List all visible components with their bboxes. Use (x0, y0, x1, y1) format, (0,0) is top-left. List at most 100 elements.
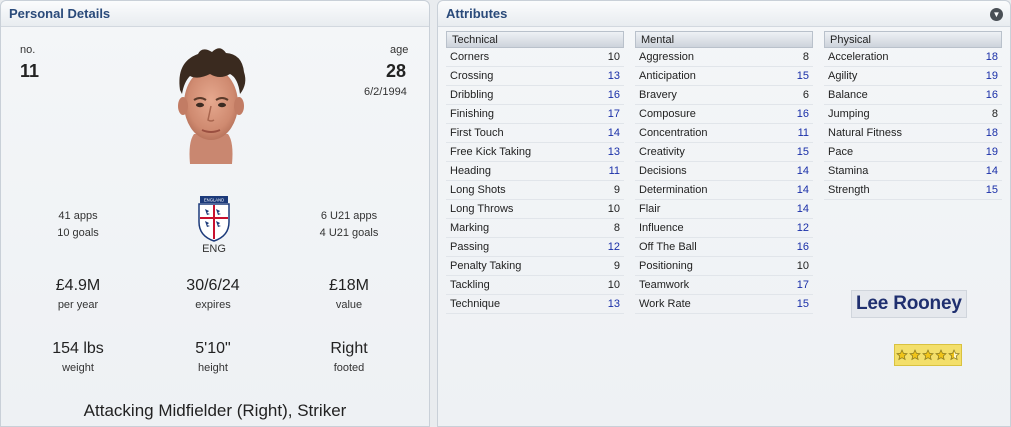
mental-column: Mental Aggression 8 Anticipation 15 Bravery 6… (635, 31, 813, 314)
attribute-value: 10 (796, 260, 809, 272)
attribute-name: Strength (828, 184, 870, 196)
attribute-row: Stamina 14 (824, 162, 1002, 181)
attribute-name: Aggression (639, 51, 695, 63)
weight-value: 154 lbs (52, 340, 104, 357)
attributes-title: Attributes (438, 1, 1010, 27)
attribute-row: Heading 11 (446, 162, 624, 181)
age-value: 28 (386, 61, 407, 81)
attribute-name: Agility (828, 70, 858, 82)
attribute-value: 16 (796, 108, 809, 120)
attribute-row: Passing 12 (446, 238, 624, 257)
attribute-value: 9 (613, 260, 620, 272)
attribute-name: Crossing (450, 70, 494, 82)
date-of-birth: 6/2/1994 (364, 86, 407, 98)
attribute-name: Stamina (828, 165, 869, 177)
attribute-value: 14 (607, 127, 620, 139)
attribute-value: 16 (985, 89, 998, 101)
height-value: 5'10" (195, 340, 231, 357)
shirt-number: 11 (20, 61, 40, 81)
attribute-value: 12 (607, 241, 620, 253)
weight-label: weight (62, 362, 94, 374)
attribute-row: Determination 14 (635, 181, 813, 200)
attribute-value: 8 (613, 222, 620, 234)
attribute-value: 10 (607, 203, 620, 215)
star-rating (894, 344, 962, 366)
attribute-name: Composure (639, 108, 696, 120)
physical-column: Physical Acceleration 18 Agility 19 Balance 1… (824, 31, 1002, 200)
age-label: age (390, 44, 409, 56)
attribute-row: Pace 19 (824, 143, 1002, 162)
attribute-value: 16 (607, 89, 620, 101)
attribute-value: 14 (796, 203, 809, 215)
attribute-value: 15 (796, 70, 809, 82)
attribute-value: 12 (796, 222, 809, 234)
attribute-value: 11 (797, 127, 809, 139)
attribute-name: Creativity (639, 146, 685, 158)
attribute-value: 19 (985, 70, 998, 82)
attribute-name: Teamwork (639, 279, 690, 291)
attribute-value: 17 (796, 279, 809, 291)
attribute-row: Jumping 8 (824, 105, 1002, 124)
attribute-row: Free Kick Taking 13 (446, 143, 624, 162)
attribute-name: Heading (450, 165, 491, 177)
attribute-value: 16 (796, 241, 809, 253)
attribute-row: Strength 15 (824, 181, 1002, 200)
attribute-row: Long Shots 9 (446, 181, 624, 200)
attribute-row: Crossing 13 (446, 67, 624, 86)
attribute-row: Marking 8 (446, 219, 624, 238)
attribute-name: Penalty Taking (450, 260, 522, 272)
attribute-name: Natural Fitness (828, 127, 902, 139)
u21-goals: 4 U21 goals (319, 227, 379, 239)
attribute-row: Teamwork 17 (635, 276, 813, 295)
attribute-row: Natural Fitness 18 (824, 124, 1002, 143)
star-icon (896, 349, 908, 361)
physical-header: Physical (824, 31, 1002, 48)
attribute-value: 15 (796, 298, 809, 310)
attribute-row: Positioning 10 (635, 257, 813, 276)
attribute-name: Decisions (639, 165, 687, 177)
attribute-value: 17 (607, 108, 620, 120)
attribute-row: Dribbling 16 (446, 86, 624, 105)
attribute-row: Off The Ball 16 (635, 238, 813, 257)
attribute-name: Long Throws (450, 203, 514, 215)
star-icon (948, 349, 960, 361)
technical-column: Technical Corners 10 Crossing 13 Dribbling 16… (446, 31, 624, 314)
attribute-row: Creativity 15 (635, 143, 813, 162)
attribute-name: Bravery (639, 89, 677, 101)
attribute-row: Concentration 11 (635, 124, 813, 143)
number-label: no. (20, 44, 36, 56)
attribute-name: Dribbling (450, 89, 494, 101)
crest-text: ENGLAND (204, 198, 224, 203)
attribute-value: 18 (985, 51, 998, 63)
attribute-row: Work Rate 15 (635, 295, 813, 314)
collapse-chevron-icon[interactable]: ▼ (990, 8, 1003, 21)
attribute-value: 15 (985, 184, 998, 196)
attribute-value: 11 (608, 165, 620, 177)
preferred-foot-label: footed (333, 362, 365, 374)
attribute-name: Jumping (828, 108, 870, 120)
attribute-name: Technique (450, 298, 501, 310)
attribute-name: First Touch (450, 127, 504, 139)
attribute-value: 19 (985, 146, 998, 158)
wage-label: per year (57, 299, 99, 311)
attribute-row: Technique 13 (446, 295, 624, 314)
attribute-row: Corners 10 (446, 48, 624, 67)
u21-apps: 6 U21 apps (320, 210, 378, 222)
attribute-name: Marking (450, 222, 490, 234)
senior-apps: 41 apps (58, 210, 98, 222)
attribute-row: Bravery 6 (635, 86, 813, 105)
contract-expiry-value: 30/6/24 (186, 277, 240, 294)
attribute-row: Tackling 10 (446, 276, 624, 295)
attribute-value: 8 (991, 108, 998, 120)
attribute-row: Long Throws 10 (446, 200, 624, 219)
attribute-row: Acceleration 18 (824, 48, 1002, 67)
technical-header: Technical (446, 31, 624, 48)
attribute-row: Finishing 17 (446, 105, 624, 124)
attribute-value: 10 (607, 51, 620, 63)
attribute-value: 18 (985, 127, 998, 139)
attribute-value: 15 (796, 146, 809, 158)
attribute-row: Influence 12 (635, 219, 813, 238)
attribute-row: First Touch 14 (446, 124, 624, 143)
attribute-name: Off The Ball (639, 241, 697, 253)
attribute-row: Decisions 14 (635, 162, 813, 181)
